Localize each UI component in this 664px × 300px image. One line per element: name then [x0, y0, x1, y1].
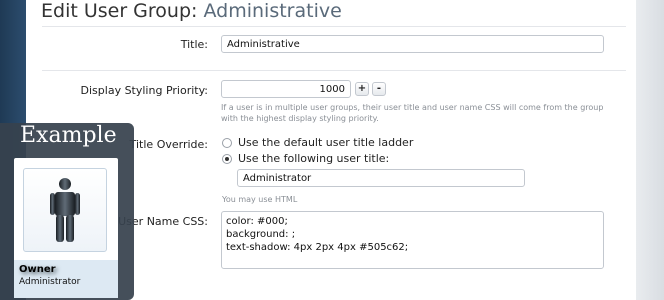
title-override-label: Title Override: — [129, 138, 208, 151]
page-title: Edit User Group: Administrative — [41, 0, 342, 22]
section-divider — [42, 70, 626, 71]
title-label: Title: — [180, 38, 208, 51]
css-line: color: #000; — [226, 216, 288, 227]
page-background-right — [636, 0, 664, 300]
radio-default-indicator[interactable] — [222, 137, 232, 148]
priority-decrement-button[interactable]: - — [372, 82, 386, 96]
page-title-group: Administrative — [203, 0, 342, 22]
priority-label: Display Styling Priority: — [80, 84, 208, 97]
priority-increment-button[interactable]: + — [355, 82, 369, 96]
radio-default-title[interactable]: Use the default user title ladder — [222, 136, 413, 149]
priority-hint: If a user is in multiple user groups, th… — [221, 102, 603, 124]
user-name-css-textarea[interactable]: color: #000; background: ; text-shadow: … — [221, 211, 604, 269]
example-preview-overlay: Example Owner Administrator — [0, 123, 134, 300]
priority-hint-line-2: with the highest display styling priorit… — [221, 114, 379, 123]
avatar — [23, 168, 107, 252]
title-input[interactable]: Administrative — [221, 35, 604, 53]
example-username: Owner — [19, 264, 56, 275]
custom-title-input[interactable]: Administrator — [237, 169, 525, 187]
css-line: text-shadow: 4px 2px 4px #505c62; — [226, 242, 409, 253]
example-user-card: Owner Administrator — [14, 158, 118, 298]
example-heading: Example — [20, 123, 117, 148]
person-icon — [50, 178, 80, 242]
priority-hint-line-1: If a user is in multiple user groups, th… — [221, 103, 604, 112]
radio-custom-title[interactable]: Use the following user title: — [222, 152, 389, 165]
radio-custom-label: Use the following user title: — [238, 152, 390, 165]
radio-custom-indicator[interactable] — [222, 153, 232, 164]
css-line: background: ; — [226, 229, 296, 240]
radio-default-label: Use the default user title ladder — [238, 136, 414, 149]
priority-input[interactable]: 1000 — [221, 80, 351, 98]
page-title-prefix: Edit User Group: — [41, 0, 198, 22]
example-user-title: Administrator — [19, 277, 81, 287]
custom-title-hint: You may use HTML — [222, 195, 298, 204]
title-divider — [42, 26, 626, 27]
